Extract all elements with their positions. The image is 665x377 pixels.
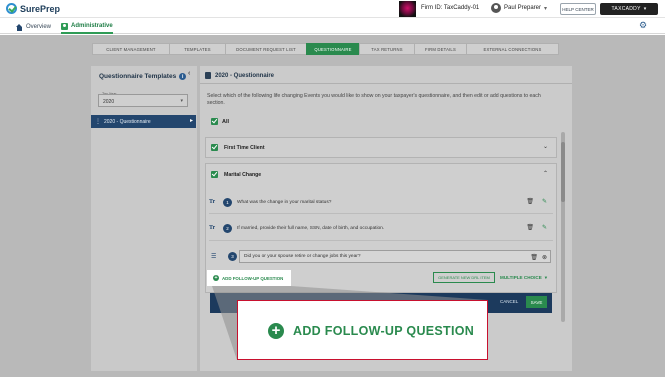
question-number: 2: [223, 223, 232, 233]
main-nav: Overview Administrative: [0, 18, 665, 34]
scrollbar-thumb[interactable]: [561, 142, 565, 202]
select-all-row: All: [211, 118, 229, 125]
help-center-button[interactable]: HELP CENTER: [560, 3, 596, 15]
questionnaire-description: Select which of the following life chang…: [207, 93, 541, 106]
question-input-value: Did you or your spouse retire or change …: [244, 254, 361, 259]
divider: [200, 83, 572, 84]
templates-panel: Questionnaire Templates i: [91, 66, 197, 371]
firm-id: Firm ID: TaxCaddy-01: [421, 5, 480, 11]
gear-icon[interactable]: ⚙: [639, 21, 648, 30]
divider: [209, 213, 553, 214]
firm-logo-image: [399, 1, 416, 17]
question-row[interactable]: Tr 2 If married, provide their full name…: [209, 221, 549, 235]
user-name: Paul Preparer: [504, 5, 542, 11]
chevron-up-icon[interactable]: ⌃: [543, 170, 548, 177]
cancel-button[interactable]: CANCEL: [500, 299, 518, 304]
subtab-tax-returns[interactable]: TAX RETURNS: [359, 43, 415, 55]
pencil-icon[interactable]: ✎: [542, 198, 547, 205]
event-label: First Time Client: [224, 144, 265, 151]
subtab-firm-details[interactable]: FIRM DETAILS: [414, 43, 467, 55]
select-all-checkbox[interactable]: [211, 118, 218, 125]
top-bar: SurePrep Firm ID: TaxCaddy-01 Paul Prepa…: [0, 0, 665, 18]
plus-circle-icon: +: [268, 323, 284, 339]
chevron-down-icon[interactable]: ⌄: [543, 143, 548, 150]
home-icon: [16, 23, 23, 31]
event-row-first-time-client[interactable]: First Time Client: [211, 144, 265, 151]
templates-panel-title: Questionnaire Templates i: [99, 73, 187, 80]
tab-overview-label: Overview: [26, 24, 52, 30]
trash-icon[interactable]: 🗑: [530, 254, 538, 261]
subtab-external-connections[interactable]: EXTERNAL CONNECTIONS: [466, 43, 559, 55]
question-type-value: MULTIPLE CHOICE: [500, 275, 542, 280]
tab-administrative[interactable]: Administrative: [61, 20, 113, 34]
sureprep-logo-icon: [6, 3, 17, 14]
taxcaddy-label: TAXCADDY: [611, 6, 641, 12]
question-number: 1: [223, 197, 232, 207]
text-type-icon: Tr: [209, 199, 216, 205]
event-checkbox[interactable]: [211, 144, 218, 151]
subtab-client-management[interactable]: CLIENT MANAGEMENT: [92, 43, 170, 55]
zoom-callout-label: ADD FOLLOW-UP QUESTION: [293, 324, 475, 338]
save-button[interactable]: SAVE: [526, 296, 547, 308]
tab-overview[interactable]: Overview: [16, 20, 51, 34]
document-icon: [205, 72, 211, 79]
question-row[interactable]: Tr 1 What was the change in your marital…: [209, 195, 549, 209]
generate-drl-item-button[interactable]: GENERATE NEW DRL ITEM: [433, 272, 495, 283]
event-row-marital-change[interactable]: Marital Change: [211, 171, 261, 178]
chevron-down-icon: ▾: [180, 98, 183, 104]
templates-title-text: Questionnaire Templates: [99, 73, 177, 80]
template-list-item[interactable]: ⋮ 2020 - Questionnaire ▸: [91, 115, 196, 128]
divider: [209, 240, 553, 241]
drag-handle-icon[interactable]: ⋮: [95, 118, 101, 125]
collapse-panel-icon[interactable]: ‹: [188, 70, 190, 77]
logo-text: SurePrep: [20, 3, 61, 14]
subtab-questionnaire[interactable]: QUESTIONNAIRE: [306, 43, 360, 55]
question-text: If married, provide their full name, SSN…: [237, 225, 385, 231]
trash-icon[interactable]: 🗑: [526, 198, 534, 205]
question-text-input[interactable]: Did you or your spouse retire or change …: [239, 250, 551, 263]
admin-subtabs: CLIENT MANAGEMENT TEMPLATES DOCUMENT REQ…: [92, 43, 559, 55]
questionnaire-title: 2020 - Questionnaire: [215, 72, 275, 79]
user-avatar-icon: [491, 3, 501, 13]
clear-icon[interactable]: ⊗: [542, 254, 547, 261]
taxcaddy-button[interactable]: TAXCADDY ▾: [600, 3, 658, 15]
info-icon[interactable]: i: [179, 73, 187, 80]
admin-icon: [61, 22, 68, 30]
subtab-templates[interactable]: TEMPLATES: [169, 43, 226, 55]
tax-year-value: 2020: [103, 99, 115, 105]
event-checkbox[interactable]: [211, 171, 218, 178]
sureprep-logo[interactable]: SurePrep: [6, 3, 60, 14]
chevron-down-icon: ▾: [544, 5, 548, 12]
add-follow-up-question-button[interactable]: + ADD FOLLOW-UP QUESTION: [207, 270, 291, 286]
question-text: What was the change in your marital stat…: [237, 199, 332, 205]
list-type-icon: ☰: [211, 254, 217, 260]
event-label: Marital Change: [224, 171, 262, 178]
chevron-down-icon: ▾: [544, 275, 548, 280]
add-follow-up-label: ADD FOLLOW-UP QUESTION: [222, 275, 284, 281]
tab-administrative-label: Administrative: [71, 23, 113, 29]
pencil-icon[interactable]: ✎: [542, 224, 547, 231]
text-type-icon: Tr: [209, 225, 216, 231]
plus-circle-icon: +: [213, 275, 219, 281]
select-all-label: All: [222, 118, 230, 125]
question-type-select[interactable]: MULTIPLE CHOICE ▾: [500, 275, 547, 281]
user-menu[interactable]: Paul Preparer ▾: [491, 3, 547, 13]
question-number: 3: [228, 252, 237, 261]
template-list-item-label: 2020 - Questionnaire: [104, 118, 151, 125]
tax-year-select[interactable]: 2020 ▾: [98, 94, 188, 107]
caret-right-icon: ▸: [189, 118, 193, 124]
subtab-document-request-list[interactable]: DOCUMENT REQUEST LIST: [225, 43, 307, 55]
questionnaire-header: 2020 - Questionnaire: [205, 72, 274, 79]
chevron-down-icon: ▾: [643, 6, 647, 12]
trash-icon[interactable]: 🗑: [526, 224, 534, 231]
